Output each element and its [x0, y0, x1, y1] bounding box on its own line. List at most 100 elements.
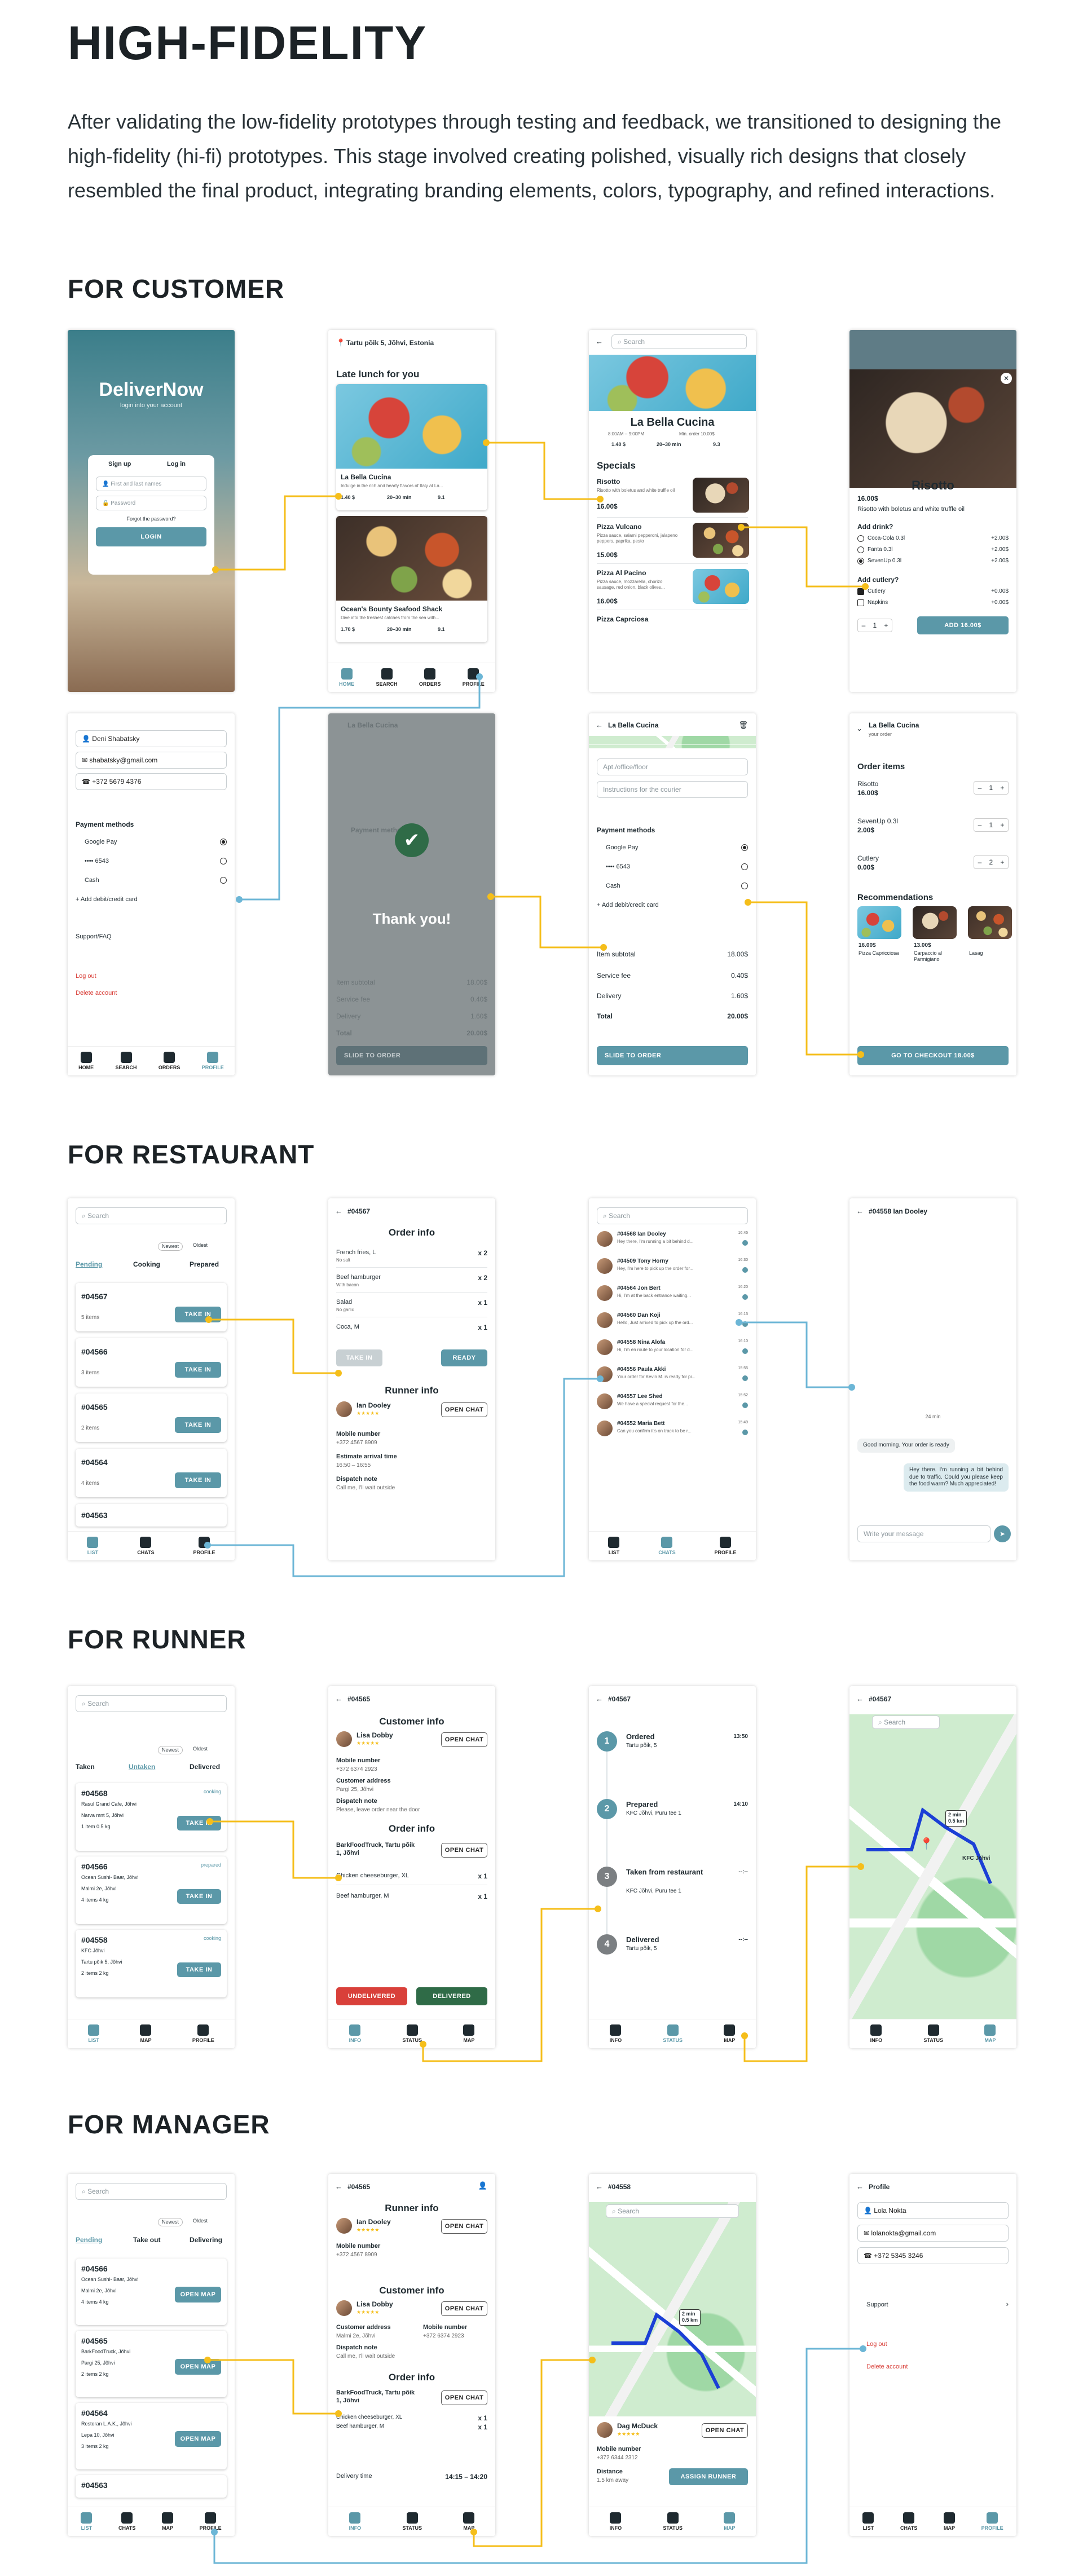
tab-status[interactable]: STATUS: [402, 2024, 422, 2043]
name-field[interactable]: 👤 Lola Nokta: [857, 2202, 1009, 2219]
login-button[interactable]: LOGIN: [96, 527, 206, 546]
tab-delivering[interactable]: Delivering: [190, 2236, 222, 2244]
back-arrow-icon[interactable]: ←: [596, 2183, 603, 2190]
go-to-checkout-button[interactable]: GO TO CHECKOUT 18.00$: [857, 1046, 1009, 1065]
tab-list[interactable]: LIST: [88, 2024, 100, 2043]
tab-status[interactable]: STATUS: [663, 2512, 683, 2531]
order-card[interactable]: #04566 3 items TAKE IN: [76, 1338, 227, 1387]
assign-user-icon[interactable]: 👤: [478, 2182, 487, 2189]
take-in-button[interactable]: TAKE IN: [175, 1472, 221, 1488]
tab-cooking[interactable]: Cooking: [133, 1260, 160, 1269]
tab-chats[interactable]: CHATS: [658, 1537, 676, 1555]
map-view[interactable]: 2 min 0.5 km KFC Jõhvi 📍: [849, 1714, 1016, 2019]
open-chat-button[interactable]: OPEN CHAT: [441, 1843, 487, 1858]
quantity-stepper[interactable]: –1 +: [857, 619, 892, 632]
message-input[interactable]: Write your message: [857, 1525, 990, 1542]
open-chat-button[interactable]: OPEN CHAT: [441, 1732, 487, 1747]
back-arrow-icon[interactable]: ←: [856, 1207, 864, 1215]
add-card-link[interactable]: + Add debit/credit card: [76, 896, 138, 904]
logout-link[interactable]: Log out: [76, 973, 96, 981]
delete-account-link[interactable]: Delete account: [866, 2363, 908, 2371]
back-arrow-icon[interactable]: ←: [596, 338, 603, 345]
tab-map[interactable]: MAP: [463, 2024, 475, 2043]
quantity-stepper[interactable]: –1 +: [974, 781, 1009, 795]
map-view[interactable]: 2 min 0.5 km: [589, 2202, 756, 2416]
tab-list[interactable]: LIST: [81, 2512, 93, 2531]
order-card[interactable]: #04564 4 items TAKE IN: [76, 1449, 227, 1497]
search-input[interactable]: ⌕ Search: [76, 2183, 227, 2200]
tab-status[interactable]: STATUS: [923, 2024, 943, 2043]
take-in-button[interactable]: TAKE IN: [177, 1962, 221, 1977]
order-card[interactable]: #04563: [76, 1504, 227, 1527]
tab-info[interactable]: INFO: [870, 2024, 882, 2043]
tab-info[interactable]: INFO: [349, 2024, 361, 2043]
search-input[interactable]: ⌕ Search: [76, 1695, 227, 1712]
back-arrow-icon[interactable]: ←: [856, 2183, 864, 2190]
send-icon[interactable]: ➤: [994, 1525, 1011, 1542]
tab-profile[interactable]: PROFILE: [715, 1537, 737, 1555]
tab-profile[interactable]: PROFILE: [192, 2024, 214, 2043]
sort-newest[interactable]: Newest: [158, 1746, 183, 1755]
tab-take-out[interactable]: Take out: [133, 2236, 160, 2244]
search-input[interactable]: ⌕ Search: [76, 1207, 227, 1224]
tab-profile[interactable]: PROFILE: [193, 1537, 215, 1555]
tab-prepared[interactable]: Prepared: [190, 1260, 219, 1269]
take-in-button[interactable]: TAKE IN: [177, 1889, 221, 1904]
take-in-button[interactable]: TAKE IN: [175, 1417, 221, 1433]
open-chat-button[interactable]: OPEN CHAT: [441, 2301, 487, 2316]
back-arrow-icon[interactable]: ←: [596, 1695, 603, 1702]
sort-newest[interactable]: Newest: [158, 2218, 183, 2227]
tab-status[interactable]: STATUS: [402, 2512, 422, 2531]
tab-map[interactable]: MAP: [943, 2512, 955, 2531]
open-map-button[interactable]: OPEN MAP: [175, 2359, 221, 2375]
menu-item[interactable]: Pizza Caprciosa: [597, 615, 648, 624]
tab-chats[interactable]: CHATS: [137, 1537, 155, 1555]
quantity-stepper[interactable]: –2 +: [974, 855, 1009, 869]
sort-oldest[interactable]: Oldest: [193, 1746, 208, 1752]
tab-status[interactable]: STATUS: [663, 2024, 683, 2043]
name-input[interactable]: 👤 First and last names: [96, 477, 206, 491]
tab-info[interactable]: INFO: [610, 2024, 622, 2043]
tab-profile[interactable]: PROFILE: [200, 2512, 222, 2531]
sort-oldest[interactable]: Oldest: [193, 1242, 208, 1249]
tab-search[interactable]: SEARCH: [116, 1052, 137, 1070]
tab-home[interactable]: HOME: [78, 1052, 94, 1070]
take-in-button[interactable]: TAKE IN: [177, 1816, 221, 1830]
order-card[interactable]: #04566 Ocean Sushi- Baar, Jõhvi Malmi 2e…: [76, 2259, 227, 2325]
order-card[interactable]: #04568 cooking Rasul Grand Cafe, Jõhvi N…: [76, 1783, 227, 1851]
search-input[interactable]: ⌕ Search: [597, 1207, 748, 1224]
quantity-stepper[interactable]: –1 +: [974, 818, 1009, 832]
ready-button[interactable]: READY: [441, 1349, 487, 1366]
tab-taken[interactable]: Taken: [76, 1763, 95, 1771]
order-card[interactable]: #04558 cooking KFC Jõhvi Tartu põik 5, J…: [76, 1930, 227, 1997]
password-input[interactable]: 🔒 Password: [96, 496, 206, 510]
phone-field[interactable]: ☎ +372 5345 3246: [857, 2247, 1009, 2264]
tab-list[interactable]: LIST: [87, 1537, 99, 1555]
back-arrow-icon[interactable]: ←: [335, 1695, 342, 1702]
tab-profile[interactable]: PROFILE: [981, 2512, 1003, 2531]
instructions-input[interactable]: Instructions for the courier: [597, 781, 748, 798]
forgot-password-link[interactable]: Forgot the password?: [88, 516, 214, 522]
email-field[interactable]: ✉ lolanokta@gmail.com: [857, 2225, 1009, 2242]
email-field[interactable]: ✉ shabatsky@gmail.com: [76, 752, 227, 769]
open-map-button[interactable]: OPEN MAP: [175, 2287, 221, 2302]
order-card[interactable]: #04566 prepared Ocean Sushi- Baar, Jõhvi…: [76, 1856, 227, 1924]
apartment-input[interactable]: Apt./office/floor: [597, 758, 748, 775]
tab-delivered[interactable]: Delivered: [190, 1763, 220, 1771]
tab-login[interactable]: Log in: [167, 461, 186, 469]
slide-to-order-button[interactable]: SLIDE TO ORDER: [597, 1046, 748, 1065]
tab-orders[interactable]: ORDERS: [159, 1052, 180, 1070]
undelivered-button[interactable]: UNDELIVERED: [336, 1987, 407, 2005]
back-arrow-icon[interactable]: ←: [596, 721, 603, 729]
chevron-down-icon[interactable]: ⌄: [856, 725, 862, 732]
close-icon[interactable]: ✕: [1001, 373, 1012, 384]
order-card[interactable]: #04565 BarkFoodTruck, Jõhvi Pargi 25, Jõ…: [76, 2331, 227, 2397]
search-input[interactable]: ⌕ Search: [611, 334, 747, 349]
sort-newest[interactable]: Newest: [158, 1242, 183, 1251]
tab-map[interactable]: MAP: [724, 2512, 736, 2531]
logout-link[interactable]: Log out: [866, 2341, 887, 2349]
tab-signup[interactable]: Sign up: [108, 461, 131, 469]
open-chat-button[interactable]: OPEN CHAT: [441, 2219, 487, 2234]
search-input[interactable]: ⌕ Search: [872, 1715, 940, 1729]
tab-chats[interactable]: CHATS: [900, 2512, 917, 2531]
